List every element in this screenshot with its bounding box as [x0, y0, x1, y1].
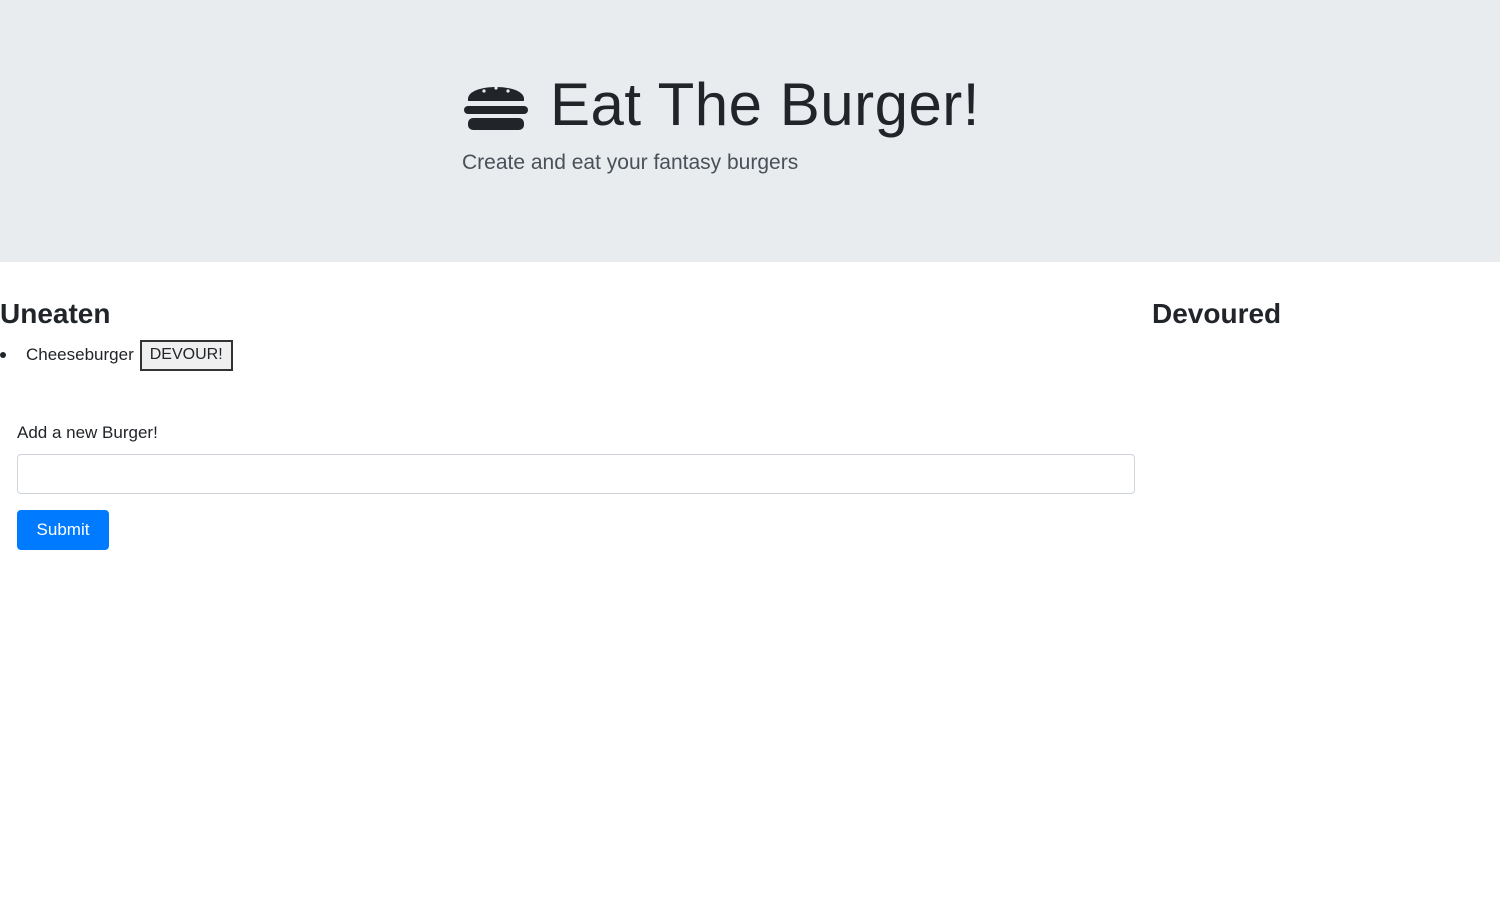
page-title: Eat The Burger! — [550, 71, 980, 138]
brand: Eat The Burger! — [462, 72, 980, 138]
devoured-heading: Devoured — [1152, 298, 1282, 329]
new-burger-label: Add a new Burger! — [17, 423, 158, 442]
burger-name: Cheeseburger — [26, 345, 134, 364]
hamburger-icon — [464, 86, 528, 130]
page-header: Eat The Burger! Create and eat your fant… — [0, 0, 1500, 262]
devour-button[interactable]: DEVOUR! — [139, 339, 233, 371]
uneaten-list: Cheeseburger DEVOUR! — [0, 339, 233, 371]
new-burger-input[interactable] — [17, 454, 1135, 494]
page-subtitle: Create and eat your fantasy burgers — [462, 151, 799, 174]
bullet-icon — [0, 352, 6, 358]
uneaten-heading: Uneaten — [0, 298, 111, 329]
submit-button[interactable]: Submit — [17, 510, 109, 550]
list-item: Cheeseburger DEVOUR! — [0, 339, 233, 371]
